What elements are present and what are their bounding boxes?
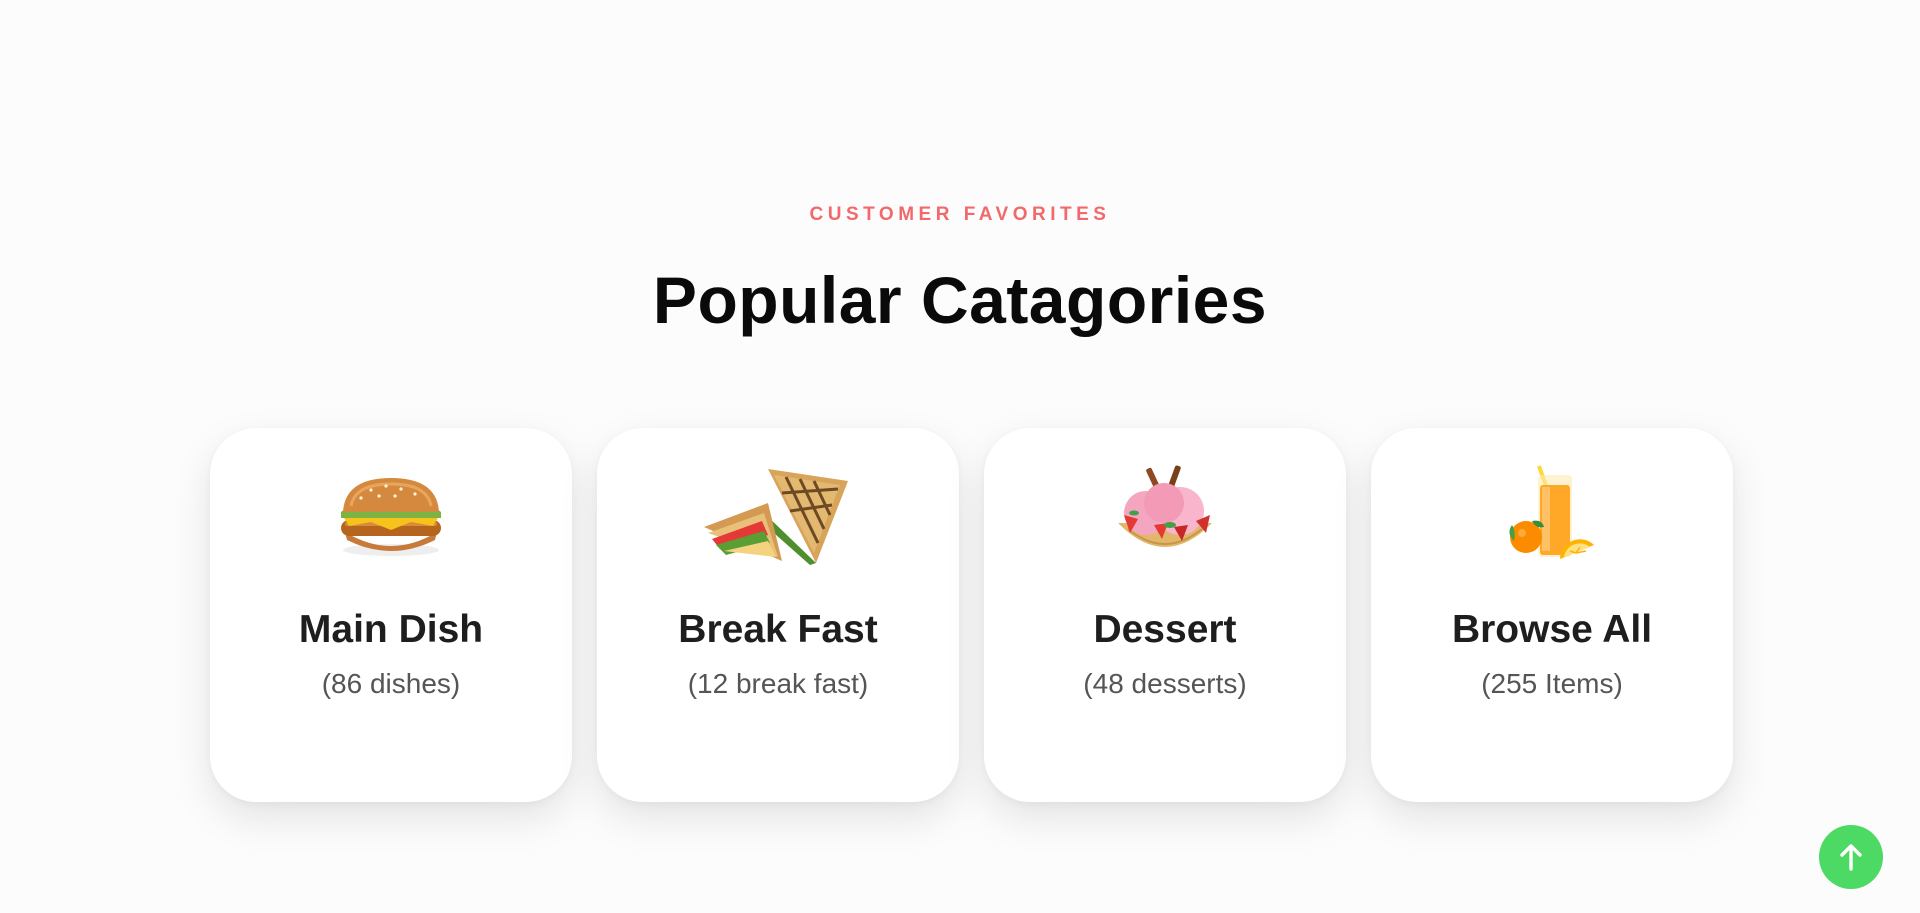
category-list: Main Dish (86 dishes) Break Fast (12 bre… [210, 428, 1733, 802]
category-count: (48 desserts) [1083, 668, 1247, 699]
category-name: Dessert [1093, 608, 1237, 651]
category-count: (255 Items) [1481, 668, 1623, 699]
arrow-up-icon [1838, 843, 1864, 871]
category-card-dessert[interactable]: Dessert (48 desserts) [984, 428, 1346, 802]
scroll-to-top-button[interactable] [1819, 825, 1883, 889]
burger-icon [210, 460, 572, 570]
category-count: (12 break fast) [687, 668, 869, 699]
category-count: (86 dishes) [321, 668, 461, 699]
section-eyebrow: CUSTOMER FAVORITES [809, 204, 1111, 225]
category-card-main-dish[interactable]: Main Dish (86 dishes) [210, 428, 572, 802]
category-name: Browse All [1451, 608, 1653, 651]
ice-cream-icon [984, 460, 1346, 570]
category-name: Main Dish [298, 608, 484, 651]
category-card-break-fast[interactable]: Break Fast (12 break fast) [597, 428, 959, 802]
categories-section: CUSTOMER FAVORITES Popular Catagories Ma… [0, 0, 1920, 913]
category-card-browse-all[interactable]: Browse All (255 Items) [1371, 428, 1733, 802]
sandwich-icon [597, 460, 959, 570]
category-name: Break Fast [678, 608, 878, 651]
section-title: Popular Catagories [652, 263, 1268, 337]
juice-icon [1371, 460, 1733, 570]
